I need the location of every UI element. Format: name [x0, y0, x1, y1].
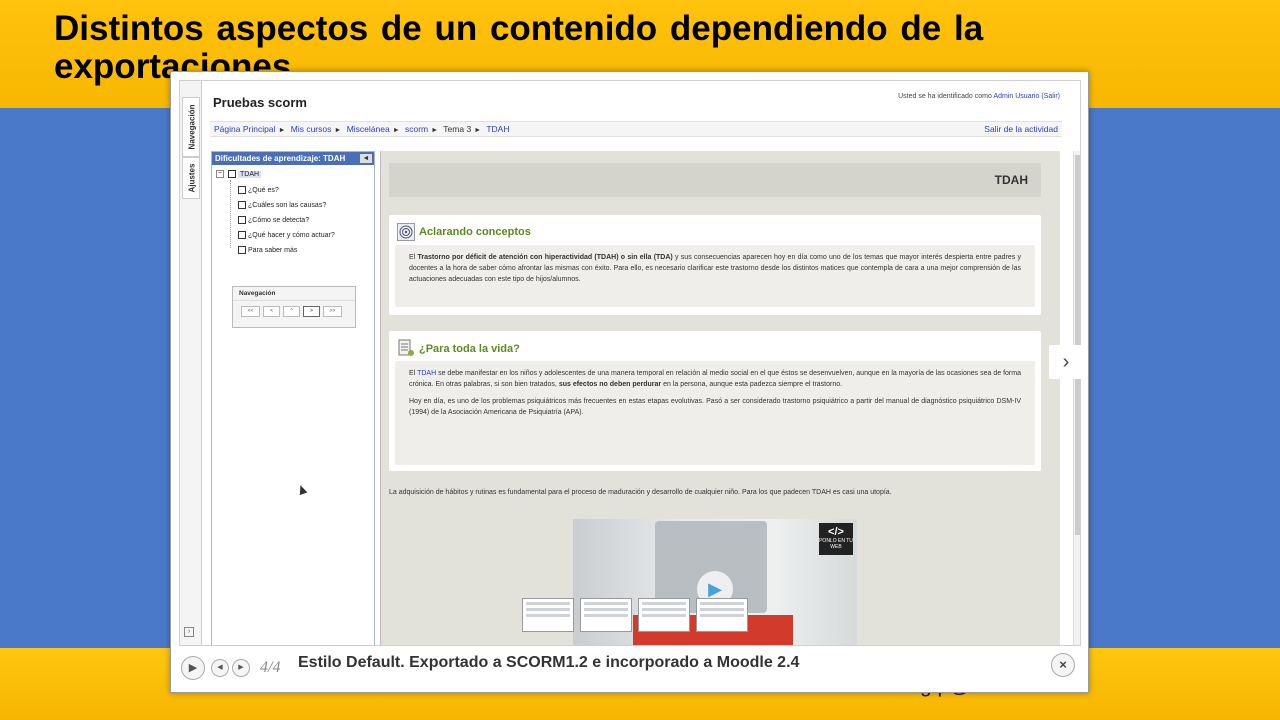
embed-badge[interactable]: </> PONLO EN TU WEB — [819, 523, 853, 555]
toc-item[interactable]: ¿Cuáles son las causas? — [238, 201, 326, 209]
breadcrumb-item[interactable]: Mis cursos — [291, 124, 332, 134]
previous-button[interactable]: < — [263, 306, 280, 317]
slideshow-play-icon[interactable]: ▶ — [181, 656, 205, 680]
checkbox-icon — [238, 216, 246, 224]
content-paragraph: La adquisición de hábitos y rutinas es f… — [389, 489, 892, 496]
close-icon[interactable]: × — [1051, 653, 1075, 677]
checkbox-icon — [238, 246, 246, 254]
first-button[interactable]: << — [241, 306, 260, 317]
toc-item[interactable]: ¿Qué hacer y cómo actuar? — [238, 231, 335, 239]
moodle-vertical-tabs: Navegación Ajustes › — [180, 81, 202, 645]
lightbox-controls: ▶ ◀ ▶ 4/4 — [181, 656, 280, 680]
checkbox-icon — [238, 231, 246, 239]
checkbox-icon — [238, 186, 246, 194]
document-icon — [398, 339, 414, 356]
target-icon — [397, 223, 415, 241]
collapse-icon[interactable]: ◄ — [360, 154, 372, 163]
card-body: El TDAH se debe manifestar en los niños … — [395, 361, 1035, 465]
toc-item[interactable]: ¿Cómo se detecta? — [238, 216, 309, 224]
card-aclarando-conceptos: Aclarando conceptos El Trastorno por déf… — [389, 215, 1041, 315]
lightbox-next-icon[interactable]: › — [1049, 345, 1083, 379]
lightbox-caption: Estilo Default. Exportado a SCORM1.2 e i… — [298, 654, 800, 671]
previous-icon[interactable]: ◀ — [211, 659, 229, 677]
toc-root-item[interactable]: − TDAH — [216, 170, 262, 178]
card-para-toda-la-vida: ¿Para toda la vida? El TDAH se debe mani… — [389, 331, 1041, 471]
user-link[interactable]: Admin Usuario — [993, 93, 1039, 100]
card-body: El Trastorno por déficit de atención con… — [395, 245, 1035, 307]
next-button[interactable]: > — [303, 306, 320, 317]
scorm-content-pane: TDAH Aclarando conceptos El Trastorno po… — [380, 151, 1060, 645]
lightbox: Navegación Ajustes › Pruebas scorm Usted… — [170, 71, 1089, 693]
scorm-navigation-box: Navegación << < ^ > >> — [232, 286, 356, 328]
thumbnail[interactable] — [522, 598, 574, 632]
breadcrumb: Página Principal ► Mis cursos ► Miscelánea… — [210, 121, 1062, 137]
screenshot-image: Navegación Ajustes › Pruebas scorm Usted… — [179, 80, 1081, 646]
breadcrumb-item[interactable]: TDAH — [486, 124, 509, 134]
image-counter: 4/4 — [260, 659, 281, 676]
moodle-course-title: Pruebas scorm — [213, 95, 307, 110]
checkbox-icon — [238, 201, 246, 209]
thumbnail-strip — [522, 598, 748, 632]
thumbnail[interactable] — [638, 598, 690, 632]
tab-ajustes[interactable]: Ajustes — [182, 157, 200, 199]
content-header: TDAH — [389, 163, 1041, 197]
scorm-toc-panel: Dificultades de aprendizaje: TDAH ◄ − TDA… — [211, 151, 375, 645]
logout-link[interactable]: (Salir) — [1041, 93, 1060, 100]
up-button[interactable]: ^ — [283, 306, 300, 317]
toc-item[interactable]: Para saber más — [238, 246, 297, 254]
user-info: Usted se ha identificado como Admin Usua… — [898, 93, 1060, 100]
dock-icon[interactable]: › — [184, 627, 194, 637]
breadcrumb-item[interactable]: Página Principal — [214, 124, 275, 134]
breadcrumb-item[interactable]: Miscelánea — [347, 124, 390, 134]
toc-header: Dificultades de aprendizaje: TDAH ◄ — [212, 152, 374, 165]
next-icon[interactable]: ▶ — [232, 659, 250, 677]
last-button[interactable]: >> — [323, 306, 342, 317]
content-scrollbar[interactable] — [1073, 151, 1080, 645]
breadcrumb-item[interactable]: scorm — [405, 124, 428, 134]
breadcrumb-item: Tema 3 — [443, 124, 472, 134]
thumbnail[interactable] — [580, 598, 632, 632]
exit-activity-link[interactable]: Salir de la actividad — [984, 122, 1058, 137]
thumbnail[interactable] — [696, 598, 748, 632]
toc-item[interactable]: ¿Qué es? — [238, 186, 279, 194]
collapse-tree-icon[interactable]: − — [216, 170, 224, 178]
checkbox-icon — [228, 170, 236, 178]
